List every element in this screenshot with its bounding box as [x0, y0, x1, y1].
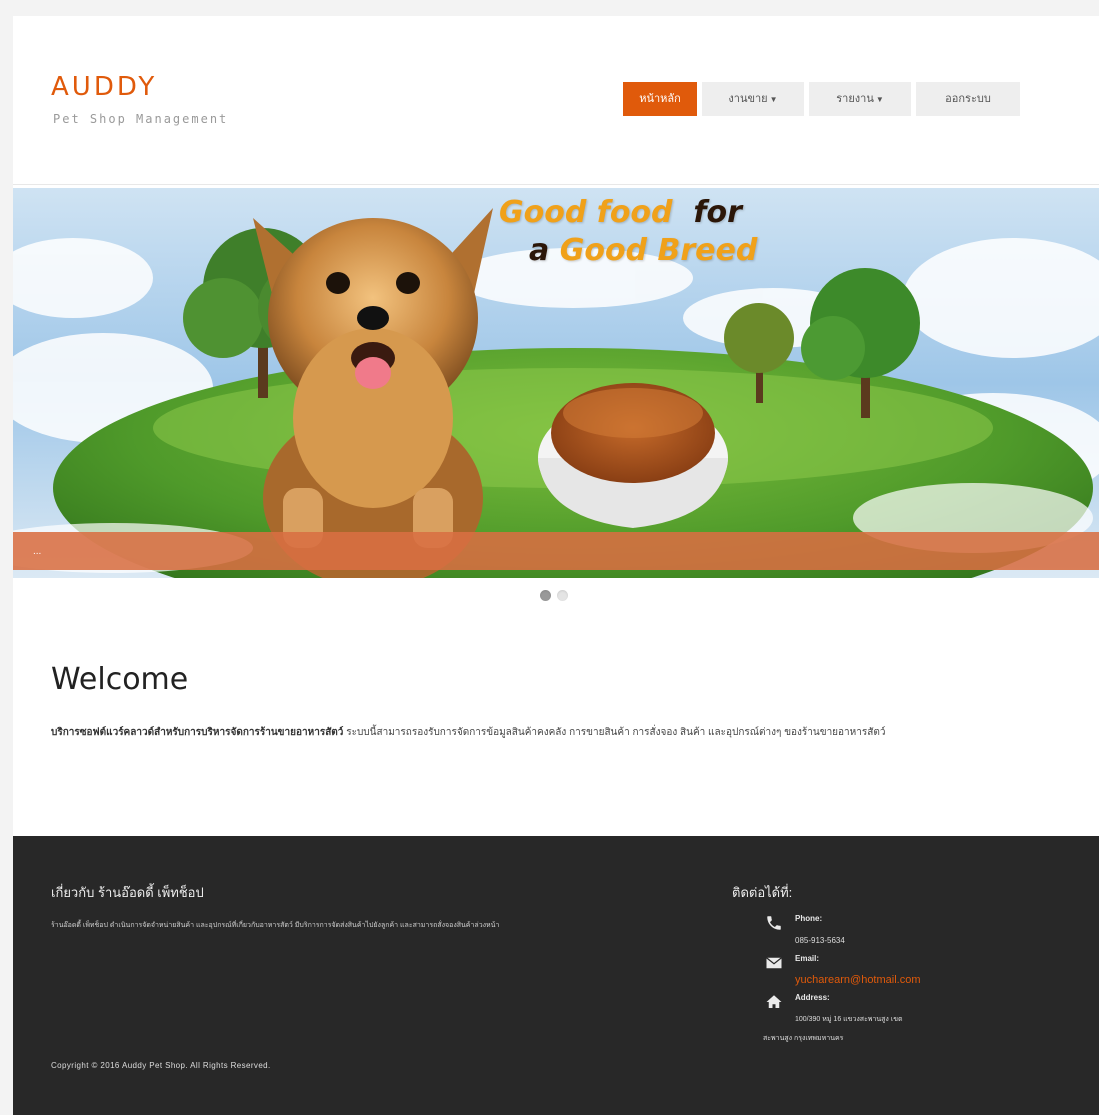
carousel-dot-2[interactable]: [557, 590, 568, 601]
nav-logout[interactable]: ออกระบบ: [916, 82, 1020, 116]
welcome-title: Welcome: [51, 662, 189, 697]
address-label: Address:: [795, 993, 830, 1002]
nav-reports-label: รายงาน: [836, 93, 874, 105]
headline-a: a: [529, 233, 550, 268]
envelope-icon: [766, 957, 782, 969]
brand-title[interactable]: AUDDY: [51, 72, 157, 102]
brand-subtitle: Pet Shop Management: [53, 112, 229, 126]
contact-title: ติดต่อได้ที่:: [732, 885, 793, 900]
contact-phone: Phone:: [763, 914, 822, 932]
footer: เกี่ยวกับ ร้านอ๊อดดี้ เพ็ทช็อป ร้านอ๊อดด…: [13, 836, 1099, 1115]
copyright: Copyright © 2016 Auddy Pet Shop. All Rig…: [51, 1061, 271, 1070]
caret-down-icon: ▼: [875, 95, 884, 104]
banner-headline: Good food for a Good Breed: [499, 194, 757, 270]
phone-icon: [767, 916, 781, 930]
about-text: ร้านอ๊อดดี้ เพ็ทช็อป ดำเนินการจัดจำหน่าย…: [51, 922, 500, 929]
hero-carousel[interactable]: Good food for a Good Breed ...: [13, 188, 1099, 578]
address-line-1: 100/390 หมู่ 16 แขวงสะพานสูง เขต: [795, 1016, 903, 1023]
address-line-2: สะพานสูง กรุงเทพมหานคร: [763, 1035, 844, 1042]
nav-home-label: หน้าหลัก: [639, 93, 681, 105]
email-link[interactable]: yucharearn@hotmail.com: [795, 974, 921, 986]
carousel-caption-bar: ...: [13, 532, 1099, 570]
nav-reports-dropdown[interactable]: รายงาน ▼: [809, 82, 911, 116]
contact-email: Email:: [763, 954, 819, 972]
headline-good-food: Good food: [499, 195, 673, 230]
welcome-text: บริการซอฟต์แวร์คลาวด์สำหรับการบริหารจัดก…: [51, 725, 885, 740]
carousel-caption: ...: [33, 546, 42, 557]
phone-value: 085-913-5634: [795, 936, 845, 945]
nav-logout-label: ออกระบบ: [945, 93, 991, 105]
main-nav: หน้าหลัก งานขาย ▼ รายงาน ▼ ออกระบบ: [623, 82, 1020, 116]
page: AUDDY Pet Shop Management หน้าหลัก งานขา…: [13, 16, 1099, 1115]
home-icon: [766, 995, 782, 1008]
welcome-body-text: ระบบนี้สามารถรองรับการจัดการข้อมูลสินค้า…: [343, 727, 886, 738]
headline-for: for: [693, 195, 742, 230]
welcome-bold-text: บริการซอฟต์แวร์คลาวด์สำหรับการบริหารจัดก…: [51, 727, 344, 738]
nav-sales-dropdown[interactable]: งานขาย ▼: [702, 82, 804, 116]
contact-address: Address:: [763, 993, 830, 1011]
header-divider: [13, 184, 1099, 185]
phone-label: Phone:: [795, 914, 823, 923]
food-bowl-illustration: [538, 383, 728, 528]
nav-sales-label: งานขาย: [728, 93, 768, 105]
email-label: Email:: [795, 954, 820, 963]
nav-home[interactable]: หน้าหลัก: [623, 82, 697, 116]
headline-good-breed: Good Breed: [559, 233, 758, 268]
carousel-indicators: [540, 590, 568, 601]
carousel-dot-1[interactable]: [540, 590, 551, 601]
caret-down-icon: ▼: [769, 95, 778, 104]
about-title: เกี่ยวกับ ร้านอ๊อดดี้ เพ็ทช็อป: [51, 885, 204, 900]
